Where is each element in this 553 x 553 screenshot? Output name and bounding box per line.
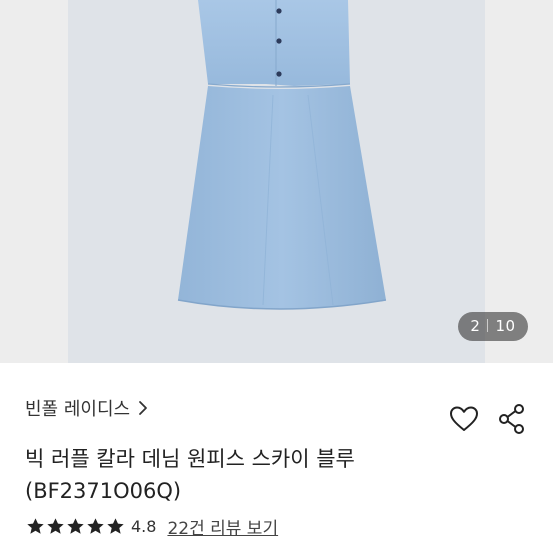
product-title-line2: (BF2371O06Q): [25, 479, 182, 503]
image-counter-total: 10: [495, 317, 516, 335]
star-icon: [47, 518, 64, 534]
image-counter: 2 10: [458, 312, 528, 341]
chevron-right-icon: [138, 400, 148, 416]
product-image-gallery[interactable]: 2 10: [0, 0, 553, 363]
product-title-line1: 빅 러플 칼라 데님 원피스 스카이 블루: [25, 447, 355, 471]
product-title: 빅 러플 칼라 데님 원피스 스카이 블루 (BF2371O06Q): [25, 443, 425, 507]
favorite-button[interactable]: [449, 405, 479, 433]
product-info: 빈폴 레이디스 빅 러플 칼라 데님 원피스 스카이 블루 (BF2371O06…: [0, 363, 553, 553]
share-button[interactable]: [497, 403, 527, 435]
reviews-link[interactable]: 22건 리뷰 보기: [167, 514, 278, 539]
star-icon: [87, 518, 104, 534]
brand-link[interactable]: 빈폴 레이디스: [25, 395, 148, 421]
rating-score: 4.8: [131, 517, 157, 536]
star-icon: [27, 518, 44, 534]
dress-image: [177, 0, 387, 310]
brand-name: 빈폴 레이디스: [25, 399, 131, 420]
rating-stars: [26, 517, 125, 536]
image-counter-current: 2: [470, 317, 481, 335]
star-icon: [107, 518, 124, 534]
heart-outline-icon: [449, 406, 479, 437]
product-photo[interactable]: [68, 0, 485, 363]
image-counter-divider: [487, 319, 489, 332]
rating-row: 4.8 22건 리뷰 보기: [26, 514, 278, 539]
star-icon: [67, 518, 84, 534]
share-icon: [497, 404, 527, 439]
